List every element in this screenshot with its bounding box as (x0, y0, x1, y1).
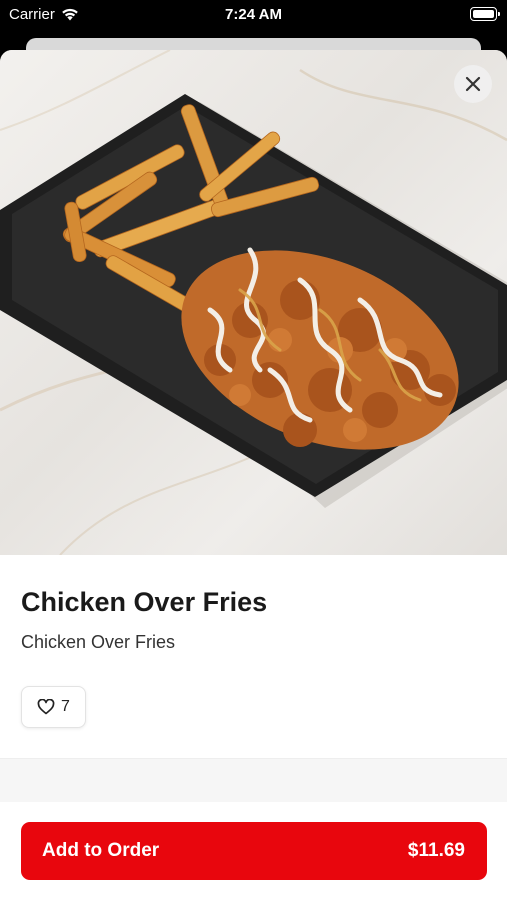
item-description: Chicken Over Fries (21, 632, 176, 652)
order-price: $11.69 (407, 840, 465, 861)
battery-icon (470, 7, 500, 21)
status-bar: Carrier 7:24 AM (0, 0, 507, 30)
heart-icon (37, 699, 55, 715)
food-illustration (0, 50, 507, 555)
section-divider (0, 758, 507, 802)
status-time: 7:24 AM (225, 6, 282, 23)
screen: Carrier 7:24 AM Chicken Over Fries Chick… (0, 0, 507, 900)
item-photo (0, 50, 507, 555)
like-count: 7 (61, 698, 70, 715)
like-button[interactable]: 7 (21, 686, 86, 728)
close-button[interactable] (454, 65, 492, 103)
add-to-order-button[interactable]: Add to Order $11.69 (21, 822, 487, 880)
add-to-order-label: Add to Order (42, 840, 160, 861)
item-detail-sheet: Chicken Over Fries Chicken Over Fries 7 … (0, 50, 507, 900)
item-title: Chicken Over Fries (21, 587, 268, 617)
close-icon (465, 76, 481, 92)
